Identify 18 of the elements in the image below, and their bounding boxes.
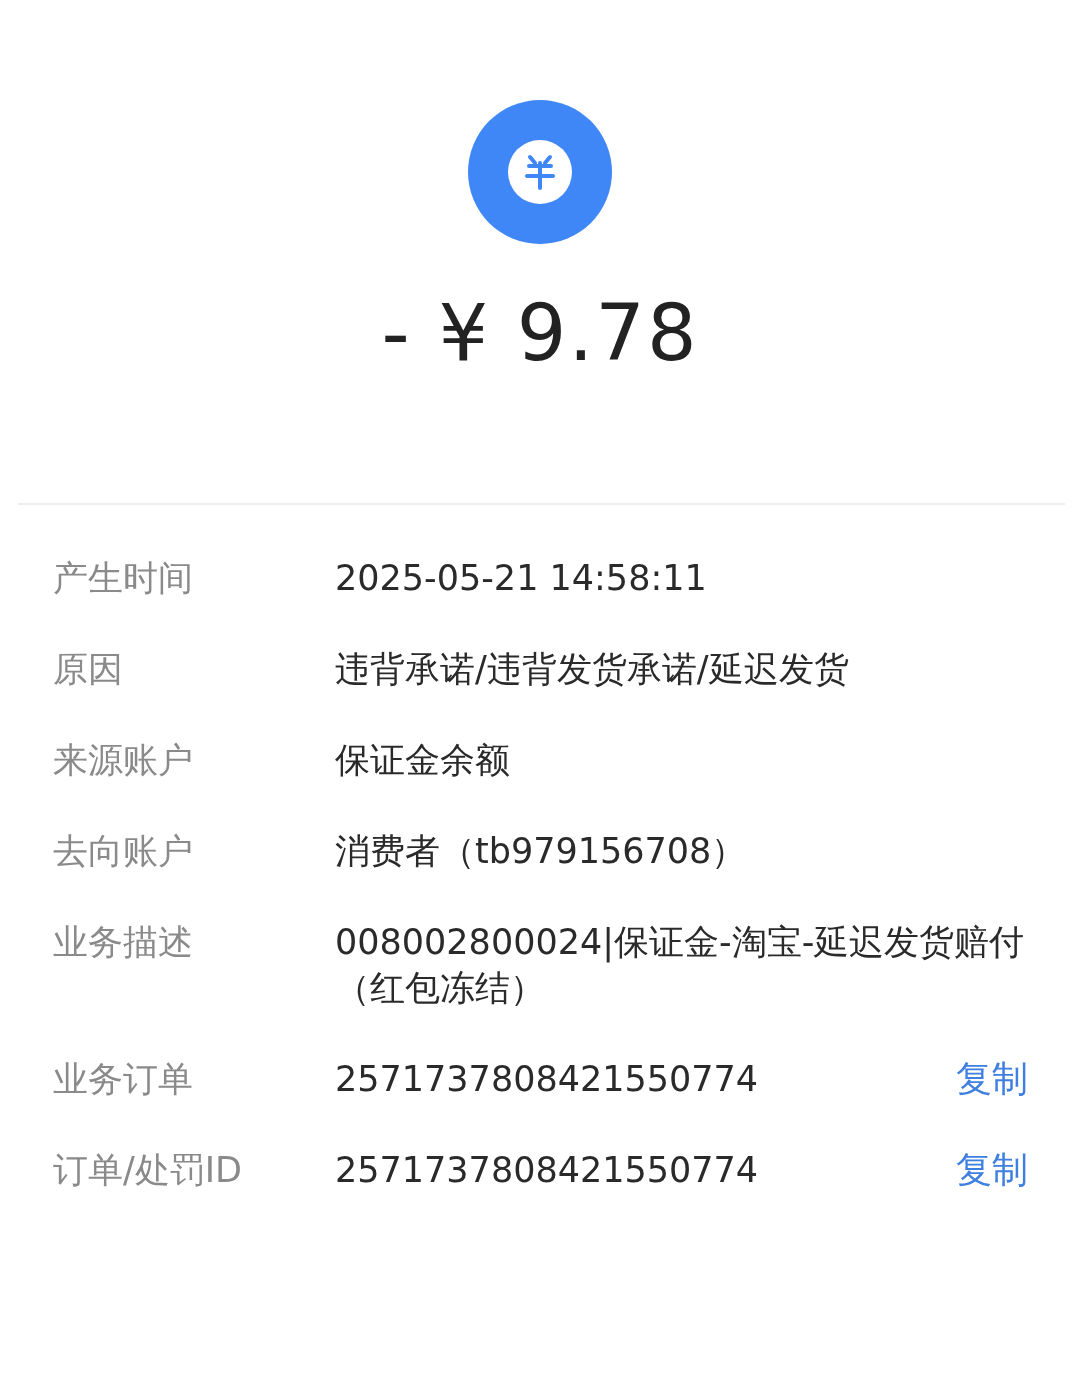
detail-label: 来源账户 (53, 739, 194, 782)
detail-label: 原因 (53, 648, 124, 691)
copy-button[interactable]: 复制 (956, 1147, 1028, 1193)
detail-value: 违背承诺/违背发货承诺/延迟发货 (335, 648, 850, 691)
detail-value: 消费者（tb979156708） (335, 830, 748, 873)
yuan-coin-icon (468, 100, 612, 244)
detail-label: 订单/处罚ID (53, 1149, 244, 1192)
detail-label: 去向账户 (53, 830, 194, 873)
detail-label: 业务订单 (53, 1058, 194, 1101)
detail-value: 保证金余额 (335, 739, 511, 782)
detail-value: 008002800024|保证金-淘宝-延迟发货赔付（红包冻结） (335, 921, 1026, 1010)
detail-value: 2571737808421550774 (335, 1058, 759, 1101)
detail-label: 业务描述 (53, 921, 194, 964)
detail-value: 2025-05-21 14:58:11 (335, 557, 708, 600)
amount: - ¥ 9.78 (381, 294, 699, 372)
copy-button[interactable]: 复制 (956, 1056, 1028, 1102)
detail-value: 2571737808421550774 (335, 1149, 759, 1192)
detail-label: 产生时间 (53, 557, 194, 600)
